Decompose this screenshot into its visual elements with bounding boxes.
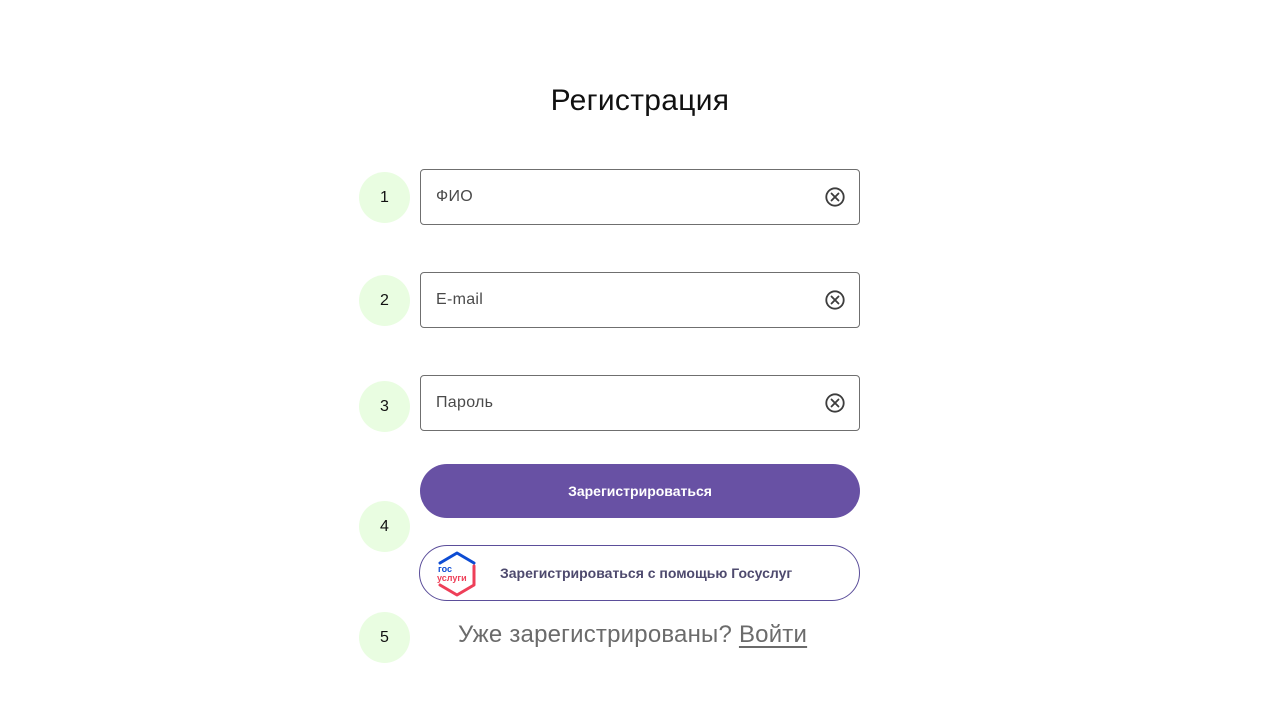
step-badge-2: 2 [359,275,410,326]
gosuslugi-logo-bottom-text: услуги [437,573,467,583]
registration-page: Регистрация 1 2 3 4 5 Зарегистрироваться [0,0,1280,720]
clear-email-icon[interactable] [824,289,846,311]
register-button[interactable]: Зарегистрироваться [420,464,860,518]
fio-input[interactable] [436,170,816,224]
login-prompt-text: Уже зарегистрированы? [458,621,733,648]
password-field [420,375,860,431]
gosuslugi-register-button[interactable]: гос услуги Зарегистрироваться с помощью … [419,545,860,601]
clear-password-icon[interactable] [824,392,846,414]
step-badge-1: 1 [359,172,410,223]
gosuslugi-button-label: Зарегистрироваться с помощью Госуслуг [500,565,793,581]
gosuslugi-logo-icon: гос услуги [437,551,476,597]
login-prompt-row: Уже зарегистрированы? Войти [458,621,807,649]
login-link[interactable]: Войти [739,621,807,648]
fio-field [420,169,860,225]
email-field [420,272,860,328]
password-input[interactable] [436,376,816,430]
page-title: Регистрация [550,84,730,117]
email-input[interactable] [436,273,816,327]
clear-fio-icon[interactable] [824,186,846,208]
step-badge-5: 5 [359,612,410,663]
step-badge-3: 3 [359,381,410,432]
step-badge-4: 4 [359,501,410,552]
